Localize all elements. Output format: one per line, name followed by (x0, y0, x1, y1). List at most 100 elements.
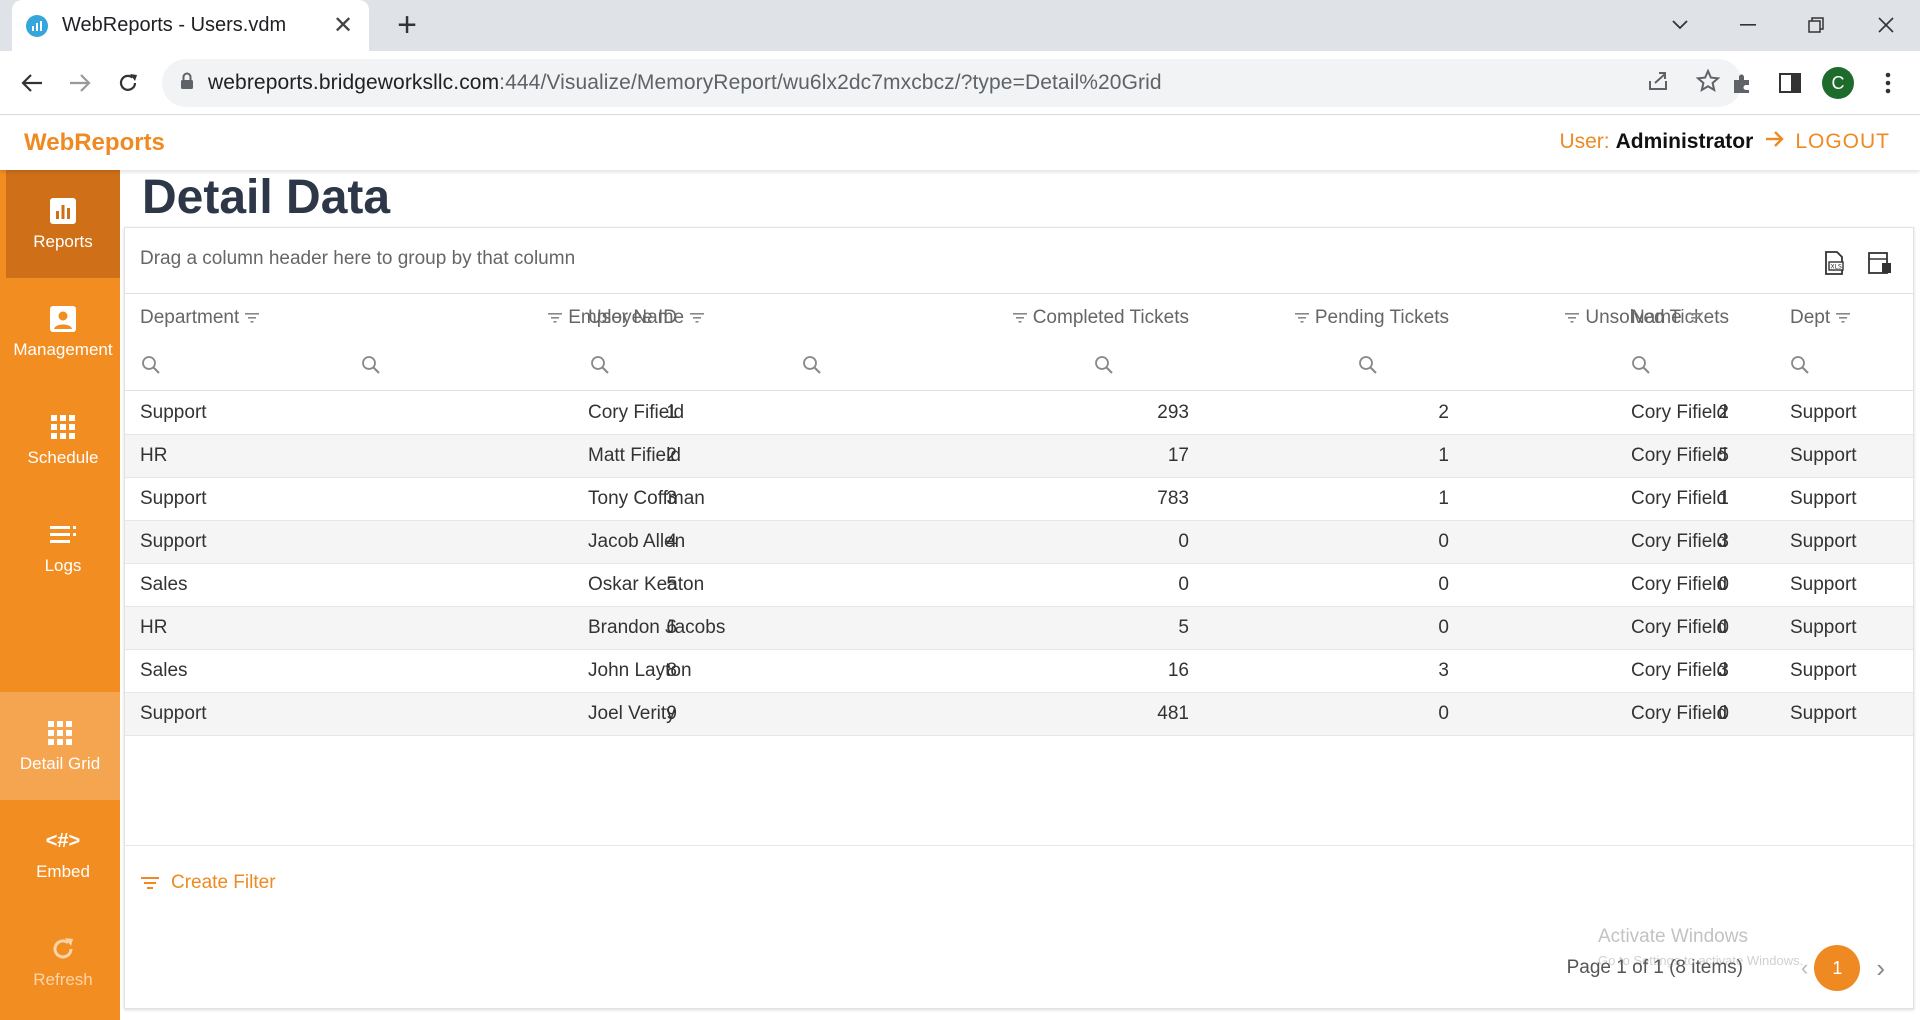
new-tab-icon[interactable]: + (390, 8, 424, 42)
column-filter-icon[interactable] (1559, 307, 1585, 329)
column-filter-icon[interactable] (239, 307, 265, 329)
table-row[interactable]: Support 3 Tony Coffman 783 1 1 Cory Fifield Sup… (125, 478, 1913, 521)
table-cell: 783 (1157, 488, 1189, 509)
column-header[interactable]: Pending Tickets (1205, 294, 1449, 341)
page-number-button[interactable]: 1 (1814, 945, 1861, 991)
bookmark-star-icon[interactable] (1695, 68, 1721, 98)
table-cell: Support (140, 488, 207, 509)
table-cell: Cory Fifield (1631, 531, 1728, 552)
table-row[interactable]: Sales 8 John Layton 16 3 3 Cory Fifield Support (125, 650, 1913, 693)
restore-icon[interactable] (1796, 8, 1836, 42)
sidebar-item-schedule[interactable]: Schedule (6, 386, 120, 494)
tab-close-icon[interactable]: ✕ (331, 11, 355, 40)
column-filter-icon[interactable] (542, 307, 568, 329)
column-filter-icon[interactable] (1007, 307, 1033, 329)
column-header[interactable]: Completed Tickets (805, 294, 1189, 341)
browser-toolbar: webreports.bridgeworksllc.com:444/Visual… (0, 51, 1920, 115)
filter-search-icon[interactable] (590, 355, 610, 380)
column-filter-icon[interactable] (1289, 307, 1315, 329)
list-icon (49, 520, 77, 550)
table-cell: Support (1790, 617, 1857, 638)
forward-icon[interactable] (62, 65, 98, 101)
table-cell: 0 (1438, 574, 1449, 595)
bar-chart-icon (49, 196, 77, 226)
column-header-label: Pending Tickets (1314, 306, 1449, 328)
filter-search-icon[interactable] (141, 355, 161, 380)
embed-code-icon: <#> (45, 829, 81, 852)
next-page-icon[interactable]: › (1876, 953, 1885, 984)
column-header[interactable]: Dept (1790, 294, 1910, 341)
column-header-label: Dept (1790, 306, 1831, 328)
browser-tab[interactable]: WebReports - Users.vdm ✕ (12, 0, 369, 51)
minimize-icon[interactable] (1728, 8, 1768, 42)
sidebar-item-logs[interactable]: Logs (6, 494, 120, 602)
extensions-icon[interactable] (1724, 65, 1760, 101)
table-cell: Jacob Allen (588, 531, 686, 552)
column-header[interactable]: Name (1631, 294, 1781, 341)
table-cell: Support (1790, 574, 1857, 595)
filter-icon (141, 877, 159, 889)
column-header[interactable]: Department (140, 294, 350, 341)
table-cell: Support (1790, 703, 1857, 724)
page-title: Detail Data (142, 171, 391, 224)
sidebar-item-label: Schedule (27, 448, 99, 467)
sidebar-item-refresh[interactable]: Refresh (6, 908, 120, 1016)
filter-search-icon[interactable] (361, 355, 381, 380)
column-filter-icon[interactable] (1830, 307, 1856, 329)
table-cell: Support (1790, 531, 1857, 552)
brand-logo[interactable]: WebReports (24, 129, 165, 157)
side-panel-icon[interactable] (1772, 65, 1808, 101)
address-bar[interactable]: webreports.bridgeworksllc.com:444/Visual… (162, 59, 1742, 107)
table-cell: Cory Fifield (1631, 617, 1728, 638)
table-cell: 0 (1438, 531, 1449, 552)
table-row[interactable]: Support 9 Joel Verity 481 0 0 Cory Fifield Supp… (125, 693, 1913, 736)
browser-menu-icon[interactable] (1870, 65, 1906, 101)
table-row[interactable]: Sales 5 Oskar Keaton 0 0 0 Cory Fifield Support (125, 564, 1913, 607)
export-excel-icon[interactable]: XLS (1821, 250, 1849, 278)
create-filter-button[interactable]: Create Filter (141, 872, 276, 894)
table-cell: Cory Fifield (588, 402, 685, 423)
close-window-icon[interactable] (1866, 8, 1906, 42)
sidebar-item-reports[interactable]: Reports (6, 170, 120, 278)
table-cell: 1 (1438, 488, 1449, 509)
filter-search-icon[interactable] (802, 355, 822, 380)
svg-text:XLS: XLS (1831, 264, 1842, 271)
column-header-label: Department (140, 306, 240, 328)
table-row[interactable]: HR 2 Matt Fifield 17 1 5 Cory Fifield Support (125, 435, 1913, 478)
account-box-icon (49, 304, 77, 334)
filter-search-icon[interactable] (1358, 355, 1378, 380)
table-row[interactable]: HR 6 Brandon Jacobs 5 0 0 Cory Fifield Support (125, 607, 1913, 650)
sidebar: Reports Management Schedule Logs Detail … (0, 170, 120, 1020)
table-cell: 0 (1438, 703, 1449, 724)
reload-icon[interactable] (110, 65, 146, 101)
column-chooser-icon[interactable] (1867, 250, 1895, 278)
lock-icon[interactable] (180, 72, 194, 95)
sidebar-item-embed[interactable]: <#> Embed (6, 800, 120, 908)
column-filter-icon[interactable] (684, 307, 710, 329)
grid-icon (50, 412, 76, 442)
filter-search-icon[interactable] (1631, 355, 1651, 380)
column-header[interactable]: User Name (588, 294, 788, 341)
group-panel[interactable]: Drag a column header here to group by th… (125, 228, 1913, 294)
column-filter-icon[interactable] (1682, 307, 1708, 329)
table-row[interactable]: Support 4 Jacob Allen 0 0 3 Cory Fifield Suppor… (125, 521, 1913, 564)
table-cell: 0 (1178, 531, 1189, 552)
tab-search-icon[interactable] (1660, 8, 1700, 42)
logout-link[interactable]: LOGOUT (1795, 130, 1890, 154)
table-cell: 293 (1157, 402, 1189, 423)
sidebar-item-management[interactable]: Management (6, 278, 120, 386)
table-cell: 5 (1178, 617, 1189, 638)
table-cell: 3 (1438, 660, 1449, 681)
sidebar-item-label: Management (13, 340, 113, 359)
sidebar-item-detail-grid[interactable]: Detail Grid (0, 692, 120, 800)
filter-search-icon[interactable] (1790, 355, 1810, 380)
share-icon[interactable] (1646, 69, 1670, 98)
profile-avatar[interactable]: C (1820, 65, 1856, 101)
table-cell: Support (1790, 445, 1857, 466)
table-row[interactable]: Support 1 Cory Fifield 293 2 2 Cory Fifield Sup… (125, 392, 1913, 435)
back-icon[interactable] (14, 65, 50, 101)
filter-search-icon[interactable] (1094, 355, 1114, 380)
table-cell: 17 (1167, 445, 1189, 466)
logout-arrow-icon[interactable] (1765, 130, 1785, 154)
table-cell: 2 (1438, 402, 1449, 423)
